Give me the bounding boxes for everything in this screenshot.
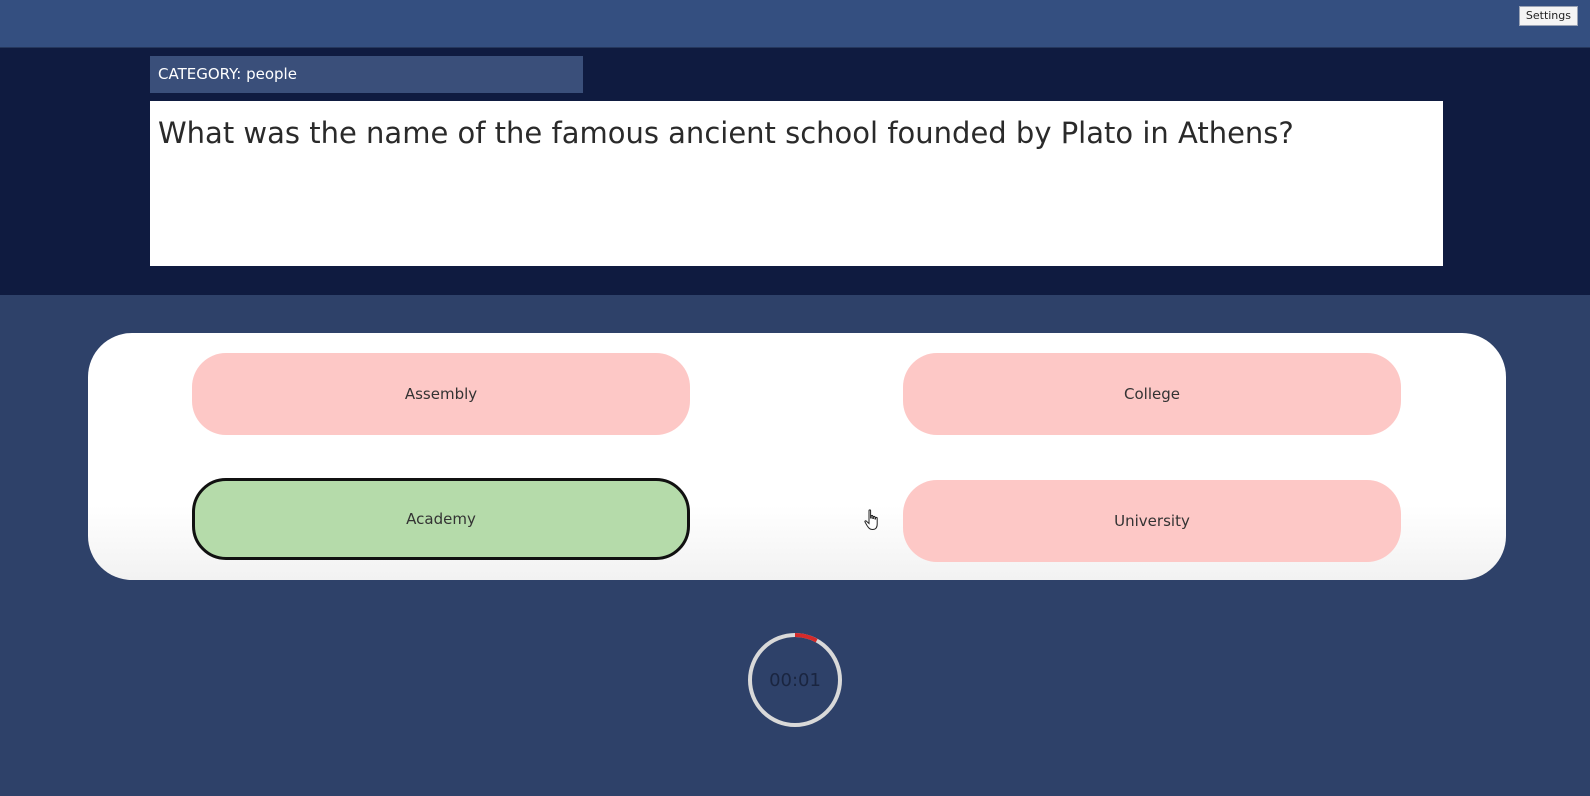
category-label: CATEGORY: people [150,56,583,93]
settings-button[interactable]: Settings [1518,6,1578,26]
timer-text: 00:01 [769,669,821,691]
question-text: What was the name of the famous ancient … [150,101,1443,266]
quiz-app: Settings CATEGORY: people What was the n… [0,0,1590,796]
answer-label: University [1114,512,1190,530]
answer-button-assembly[interactable]: Assembly [192,353,690,435]
answers-panel: Assembly College Academy University [88,333,1506,580]
answer-button-college[interactable]: College [903,353,1401,435]
answer-label: Academy [406,510,476,528]
question-section: CATEGORY: people What was the name of th… [0,48,1590,295]
answer-button-university[interactable]: University [903,480,1401,562]
hand-pointer-icon [864,509,878,531]
countdown-timer: 00:01 [747,632,843,728]
top-bar: Settings [0,0,1590,48]
answer-label: College [1124,385,1180,403]
answer-label: Assembly [404,385,478,403]
answer-button-academy[interactable]: Academy [192,478,690,560]
